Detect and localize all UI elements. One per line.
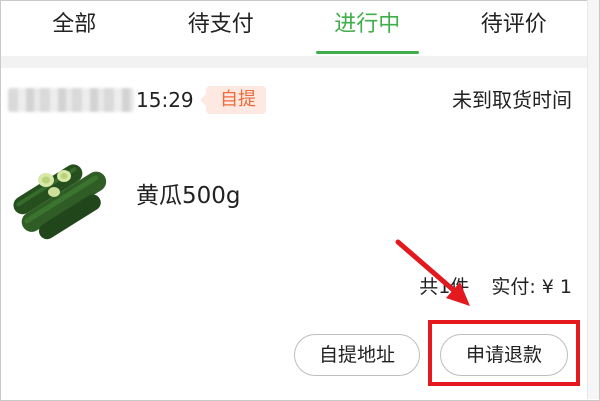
scrollbar[interactable] bbox=[587, 0, 599, 399]
product-name[interactable]: 黄瓜500g bbox=[136, 176, 241, 210]
section-divider bbox=[1, 56, 587, 68]
paid-amount: 实付: ¥ 1 bbox=[491, 276, 572, 298]
order-time: 15:29 bbox=[136, 88, 194, 112]
pickup-address-button[interactable]: 自提地址 bbox=[294, 334, 420, 376]
order-status: 未到取货时间 bbox=[452, 88, 572, 112]
tab-pending-review[interactable]: 待评价 bbox=[441, 0, 588, 56]
tab-all[interactable]: 全部 bbox=[1, 0, 148, 56]
redacted-order-date bbox=[8, 88, 134, 112]
tab-pending-payment[interactable]: 待支付 bbox=[148, 0, 295, 56]
cucumber-image[interactable] bbox=[8, 150, 108, 242]
request-refund-button[interactable]: 申请退款 bbox=[440, 334, 568, 376]
tab-in-progress[interactable]: 进行中 bbox=[294, 0, 441, 56]
order-tabs: 全部 待支付 进行中 待评价 bbox=[1, 0, 587, 56]
item-count: 共1件 bbox=[419, 276, 470, 298]
pickup-badge: 自提 bbox=[200, 86, 266, 114]
order-summary: 共1件 实付: ¥ 1 bbox=[419, 272, 572, 299]
order-header: 15:29 自提 未到取货时间 bbox=[8, 80, 580, 120]
